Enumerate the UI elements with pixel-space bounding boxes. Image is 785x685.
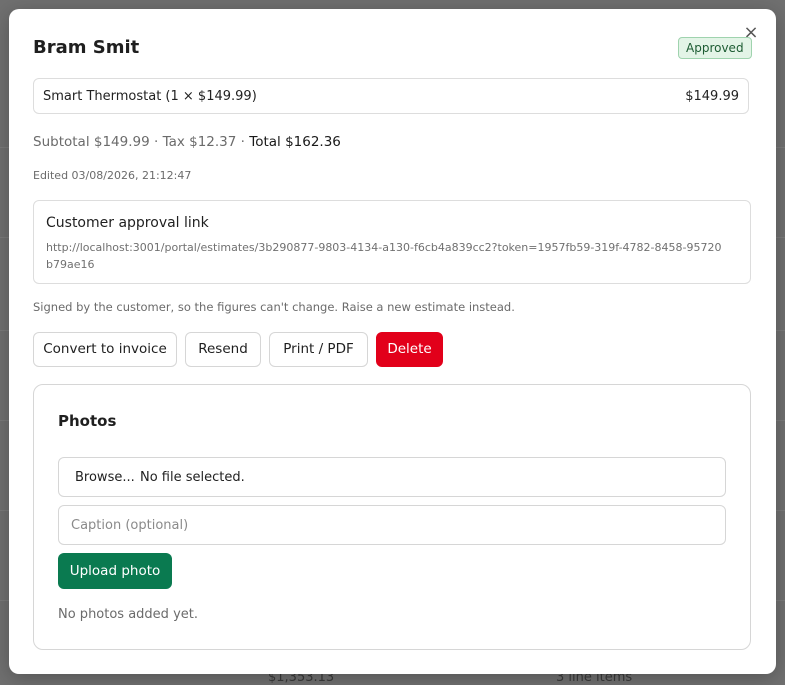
photo-file-input[interactable]: Browse... No file selected.	[58, 457, 726, 497]
print-pdf-button[interactable]: Print / PDF	[269, 332, 368, 367]
edited-timestamp: Edited 03/08/2026, 21:12:47	[33, 169, 192, 182]
totals-separator: ·	[149, 134, 163, 150]
approval-link-label: Customer approval link	[46, 215, 209, 231]
convert-to-invoice-button[interactable]: Convert to invoice	[33, 332, 177, 367]
subtotal-text: Subtotal $149.99	[33, 134, 150, 150]
totals-separator: ·	[236, 134, 250, 150]
upload-photo-button[interactable]: Upload photo	[58, 553, 172, 589]
line-item-row: Smart Thermostat (1 × $149.99) $149.99	[33, 78, 749, 114]
no-photos-note: No photos added yet.	[58, 607, 198, 622]
locked-notice: Signed by the customer, so the figures c…	[33, 300, 515, 314]
status-badge: Approved	[678, 37, 752, 59]
photos-section: Photos Browse... No file selected. Uploa…	[33, 384, 751, 650]
line-item-amount: $149.99	[685, 89, 739, 104]
approval-link-card: Customer approval link http://localhost:…	[33, 200, 751, 284]
total-text: Total $162.36	[249, 134, 341, 150]
file-status-text: No file selected.	[140, 470, 245, 485]
photos-heading: Photos	[58, 412, 117, 430]
browse-button[interactable]: Browse...	[75, 470, 135, 485]
line-item-description: Smart Thermostat (1 × $149.99)	[43, 89, 257, 104]
delete-button[interactable]: Delete	[376, 332, 443, 367]
caption-input[interactable]	[58, 505, 726, 545]
resend-button[interactable]: Resend	[185, 332, 261, 367]
totals-summary: Subtotal $149.99 · Tax $12.37 · Total $1…	[33, 134, 341, 150]
customer-name-title: Bram Smit	[33, 37, 140, 58]
tax-text: Tax $12.37	[162, 134, 237, 150]
approval-link-url[interactable]: http://localhost:3001/portal/estimates/3…	[46, 239, 726, 273]
estimate-modal: × Bram Smit Approved Smart Thermostat (1…	[9, 9, 776, 674]
